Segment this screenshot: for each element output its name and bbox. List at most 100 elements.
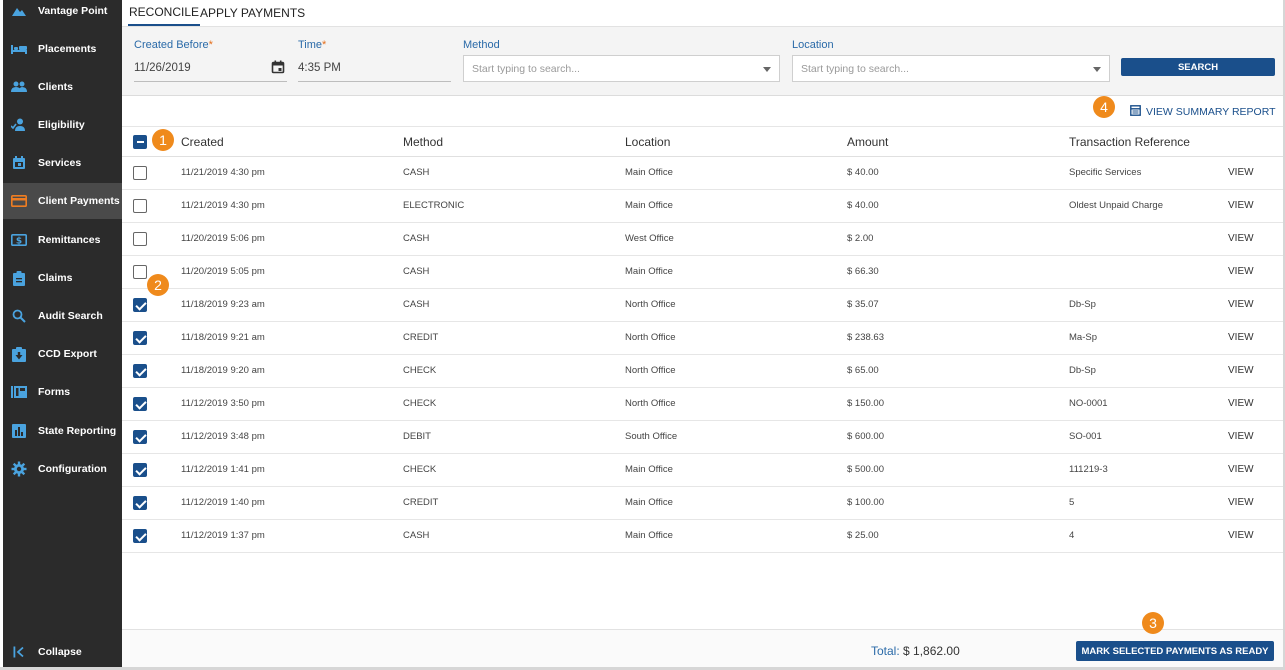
sidebar-item-placements[interactable]: Placements xyxy=(3,31,122,67)
callout-badge-4: 4 xyxy=(1093,96,1115,118)
sidebar-item-client-payments[interactable]: Client Payments xyxy=(3,183,122,219)
cell-amount: $ 35.07 xyxy=(847,299,879,310)
dollar-icon: $ xyxy=(11,232,27,248)
cell-created: 11/18/2019 9:20 am xyxy=(181,365,265,376)
view-summary-report-link[interactable]: VIEW SUMMARY REPORT xyxy=(1130,104,1276,120)
sidebar-item-eligibility[interactable]: Eligibility xyxy=(3,107,122,143)
cell-method: CASH xyxy=(403,530,430,541)
sidebar-item-label: Clients xyxy=(38,81,74,93)
cell-method: CASH xyxy=(403,167,430,178)
view-link[interactable]: VIEW xyxy=(1228,332,1254,343)
view-link[interactable]: VIEW xyxy=(1228,497,1254,508)
sidebar-item-audit-search[interactable]: Audit Search xyxy=(3,298,122,334)
row-checkbox[interactable] xyxy=(133,496,147,510)
sidebar-item-vantage-point[interactable]: Vantage Point xyxy=(3,0,122,29)
view-link[interactable]: VIEW xyxy=(1228,200,1254,211)
sidebar-item-label: Configuration xyxy=(38,463,107,475)
row-checkbox[interactable] xyxy=(133,463,147,477)
tab-reconcile[interactable]: RECONCILE xyxy=(128,0,201,26)
method-label: Method xyxy=(463,39,500,51)
view-link[interactable]: VIEW xyxy=(1228,464,1254,475)
sidebar-item-configuration[interactable]: Configuration xyxy=(3,451,122,487)
row-checkbox[interactable] xyxy=(133,364,147,378)
cell-reference: Ma-Sp xyxy=(1069,332,1097,343)
sidebar-item-state-reporting[interactable]: State Reporting xyxy=(3,413,122,449)
sidebar-collapse[interactable]: Collapse xyxy=(3,634,122,670)
cell-created: 11/21/2019 4:30 pm xyxy=(181,167,265,178)
column-header-created[interactable]: Created xyxy=(181,135,224,149)
column-header-amount[interactable]: Amount xyxy=(847,135,888,149)
cell-created: 11/20/2019 5:06 pm xyxy=(181,233,265,244)
time-field[interactable]: 4:35 PM xyxy=(298,55,451,82)
column-header-method[interactable]: Method xyxy=(403,135,443,149)
cell-amount: $ 40.00 xyxy=(847,200,879,211)
view-link[interactable]: VIEW xyxy=(1228,431,1254,442)
row-checkbox[interactable] xyxy=(133,331,147,345)
svg-text:$: $ xyxy=(16,237,22,247)
sidebar-item-label: Remittances xyxy=(38,234,101,246)
chevron-down-icon xyxy=(763,67,771,72)
sidebar-item-forms[interactable]: Forms xyxy=(3,374,122,410)
view-link[interactable]: VIEW xyxy=(1228,398,1254,409)
view-link[interactable]: VIEW xyxy=(1228,365,1254,376)
table-row: 11/18/2019 9:21 am CREDIT North Office $ 23… xyxy=(122,322,1283,355)
cell-amount: $ 66.30 xyxy=(847,266,879,277)
calendar-icon[interactable] xyxy=(271,60,285,77)
row-checkbox[interactable] xyxy=(133,430,147,444)
sidebar-item-services[interactable]: Services xyxy=(3,145,122,181)
cell-amount: $ 25.00 xyxy=(847,530,879,541)
row-checkbox[interactable] xyxy=(133,298,147,312)
cell-method: DEBIT xyxy=(403,431,431,442)
cell-method: CHECK xyxy=(403,365,437,376)
location-label: Location xyxy=(792,39,834,51)
cell-location: Main Office xyxy=(625,497,673,508)
column-header-location[interactable]: Location xyxy=(625,135,670,149)
select-all-checkbox[interactable] xyxy=(133,135,147,149)
location-select[interactable]: Start typing to search... xyxy=(792,55,1110,82)
row-checkbox[interactable] xyxy=(133,166,147,180)
created-before-field[interactable]: 11/26/2019 xyxy=(134,55,287,82)
view-link[interactable]: VIEW xyxy=(1228,167,1254,178)
table-row: 11/18/2019 9:20 am CHECK North Office $ 65.… xyxy=(122,355,1283,388)
cell-reference: 4 xyxy=(1069,530,1075,541)
sidebar-item-claims[interactable]: Claims xyxy=(3,260,122,296)
sidebar-item-ccd-export[interactable]: CCD Export xyxy=(3,336,122,372)
footer-bar: Total: $ 1,862.00 MARK SELECTED PAYMENTS… xyxy=(122,629,1283,667)
row-checkbox[interactable] xyxy=(133,529,147,543)
row-checkbox[interactable] xyxy=(133,199,147,213)
view-link[interactable]: VIEW xyxy=(1228,233,1254,244)
cell-amount: $ 65.00 xyxy=(847,365,879,376)
bed-icon xyxy=(11,41,27,57)
report-icon xyxy=(1130,105,1141,119)
column-header-transaction-reference[interactable]: Transaction Reference xyxy=(1069,135,1190,149)
cell-created: 11/21/2019 4:30 pm xyxy=(181,200,265,211)
sidebar-item-clients[interactable]: Clients xyxy=(3,69,122,105)
table-row: 11/12/2019 1:41 pm CHECK Main Office $ 500.… xyxy=(122,454,1283,487)
total-display: Total: $ 1,862.00 xyxy=(871,644,960,658)
cell-method: CREDIT xyxy=(403,497,439,508)
row-checkbox[interactable] xyxy=(133,232,147,246)
cell-created: 11/12/2019 3:48 pm xyxy=(181,431,265,442)
method-select[interactable]: Start typing to search... xyxy=(463,55,780,82)
cell-reference: 111219-3 xyxy=(1069,464,1108,475)
cell-created: 11/20/2019 5:05 pm xyxy=(181,266,265,277)
collapse-label: Collapse xyxy=(38,646,82,658)
sidebar-item-label: Claims xyxy=(38,272,73,284)
cell-location: South Office xyxy=(625,431,678,442)
credit-card-icon xyxy=(11,193,27,209)
created-before-label: Created Before* xyxy=(134,39,213,51)
mark-selected-ready-button[interactable]: MARK SELECTED PAYMENTS AS READY xyxy=(1076,641,1274,661)
table-row: 11/21/2019 4:30 pm ELECTRONIC Main Office $… xyxy=(122,190,1283,223)
row-checkbox[interactable] xyxy=(133,397,147,411)
view-link[interactable]: VIEW xyxy=(1228,299,1254,310)
search-button[interactable]: SEARCH xyxy=(1121,58,1275,76)
view-link[interactable]: VIEW xyxy=(1228,266,1254,277)
cell-created: 11/12/2019 3:50 pm xyxy=(181,398,265,409)
tab-apply-payments[interactable]: APPLY PAYMENTS xyxy=(200,0,305,26)
cell-location: West Office xyxy=(625,233,674,244)
view-link[interactable]: VIEW xyxy=(1228,530,1254,541)
row-checkbox[interactable] xyxy=(133,265,147,279)
cell-reference: Oldest Unpaid Charge xyxy=(1069,200,1163,211)
cell-reference: Specific Services xyxy=(1069,167,1142,178)
sidebar-item-remittances[interactable]: $ Remittances xyxy=(3,222,122,258)
